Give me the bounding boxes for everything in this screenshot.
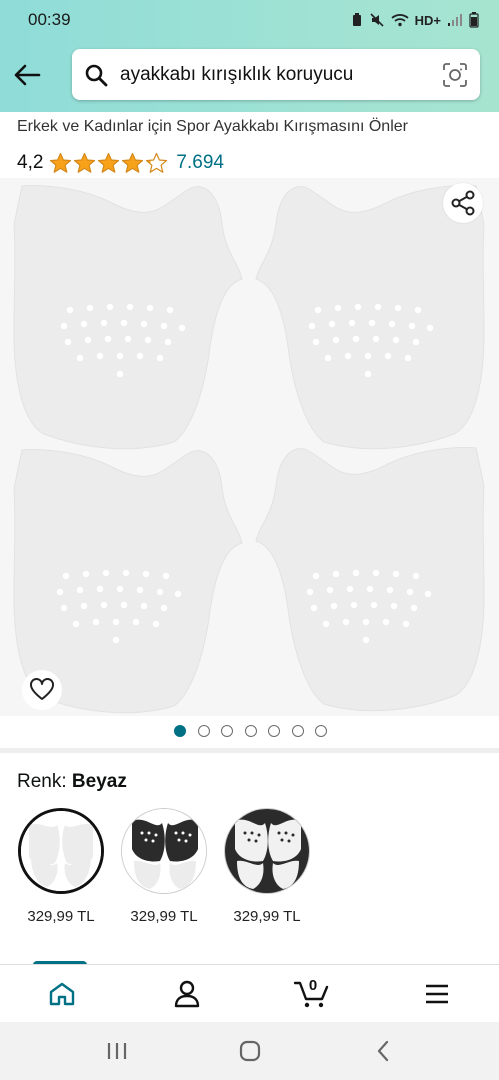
star-icon	[122, 152, 144, 173]
gallery-pagination[interactable]	[174, 725, 327, 737]
home-button[interactable]	[220, 1031, 280, 1071]
back-arrow-icon	[14, 64, 41, 86]
search-input[interactable]: ayakkabı kırışıklık koruyucu	[72, 49, 480, 100]
system-navigation-bar	[0, 1022, 499, 1080]
rating-value: 4,2	[17, 152, 44, 173]
search-header: ayakkabı kırışıklık koruyucu	[0, 40, 499, 112]
status-bar: 00:39 HD+	[0, 0, 499, 40]
pagination-dot[interactable]	[268, 725, 280, 737]
nav-home[interactable]	[0, 965, 125, 1022]
rating-stars	[49, 152, 168, 175]
home-icon	[50, 982, 75, 1005]
wifi-icon	[391, 14, 409, 27]
network-type: HD+	[414, 12, 441, 28]
swatch-image	[225, 809, 309, 893]
menu-icon	[425, 984, 448, 1003]
color-label: Renk: Beyaz	[17, 771, 127, 793]
product-title[interactable]: Erkek ve Kadınlar için Spor Ayakkabı Kır…	[17, 118, 408, 136]
heart-icon	[30, 678, 54, 700]
pagination-dot[interactable]	[291, 725, 304, 737]
recent-apps-icon	[107, 1043, 126, 1059]
camera-search-icon[interactable]	[442, 62, 468, 88]
star-icon	[50, 152, 72, 173]
color-swatch-white-black[interactable]	[121, 808, 207, 894]
pagination-dot[interactable]	[221, 725, 233, 737]
star-icon	[146, 152, 168, 173]
star-icon	[74, 152, 96, 173]
add-to-favorites-button[interactable]	[22, 670, 62, 710]
star-icon	[98, 152, 120, 173]
share-button[interactable]	[443, 183, 483, 223]
chevron-left-icon	[377, 1040, 388, 1062]
mute-icon	[370, 13, 384, 27]
search-query: ayakkabı kırışıklık koruyucu	[120, 63, 354, 85]
variant-price: 329,99 TL	[233, 908, 301, 925]
swatch-image	[122, 809, 206, 893]
share-icon	[451, 190, 475, 216]
product-image	[0, 178, 499, 716]
color-swatch-black-white[interactable]	[224, 808, 310, 894]
battery-saver-icon	[352, 13, 361, 26]
rating-row[interactable]: 4,2 7.694	[17, 150, 224, 176]
home-circle-icon	[239, 1040, 260, 1062]
pagination-dot[interactable]	[174, 725, 186, 737]
recent-apps-button[interactable]	[87, 1031, 147, 1071]
nav-account[interactable]	[125, 965, 250, 1022]
status-time: 00:39	[28, 10, 71, 29]
bottom-navigation: 0	[0, 964, 499, 1022]
signal-icon	[448, 14, 462, 26]
section-divider	[0, 748, 499, 753]
back-button[interactable]	[10, 58, 44, 92]
rating-count[interactable]: 7.694	[176, 152, 224, 174]
swatch-image	[21, 811, 101, 891]
pagination-dot[interactable]	[197, 725, 210, 737]
nav-menu[interactable]	[374, 965, 499, 1022]
nav-cart[interactable]: 0	[250, 965, 375, 1022]
status-icons: HD+	[351, 12, 479, 28]
battery-icon	[469, 12, 479, 28]
selected-color: Beyaz	[71, 771, 127, 792]
variant-price: 329,99 TL	[130, 908, 198, 925]
system-back-button[interactable]	[353, 1031, 413, 1071]
color-label-prefix: Renk:	[17, 771, 67, 792]
product-image-gallery[interactable]	[0, 178, 499, 716]
search-icon	[85, 64, 108, 86]
cart-count: 0	[308, 977, 318, 994]
account-icon	[174, 980, 200, 1007]
color-swatch-white[interactable]	[18, 808, 104, 894]
pagination-dot[interactable]	[244, 725, 257, 737]
pagination-dot[interactable]	[315, 725, 327, 737]
variant-price: 329,99 TL	[27, 908, 95, 925]
